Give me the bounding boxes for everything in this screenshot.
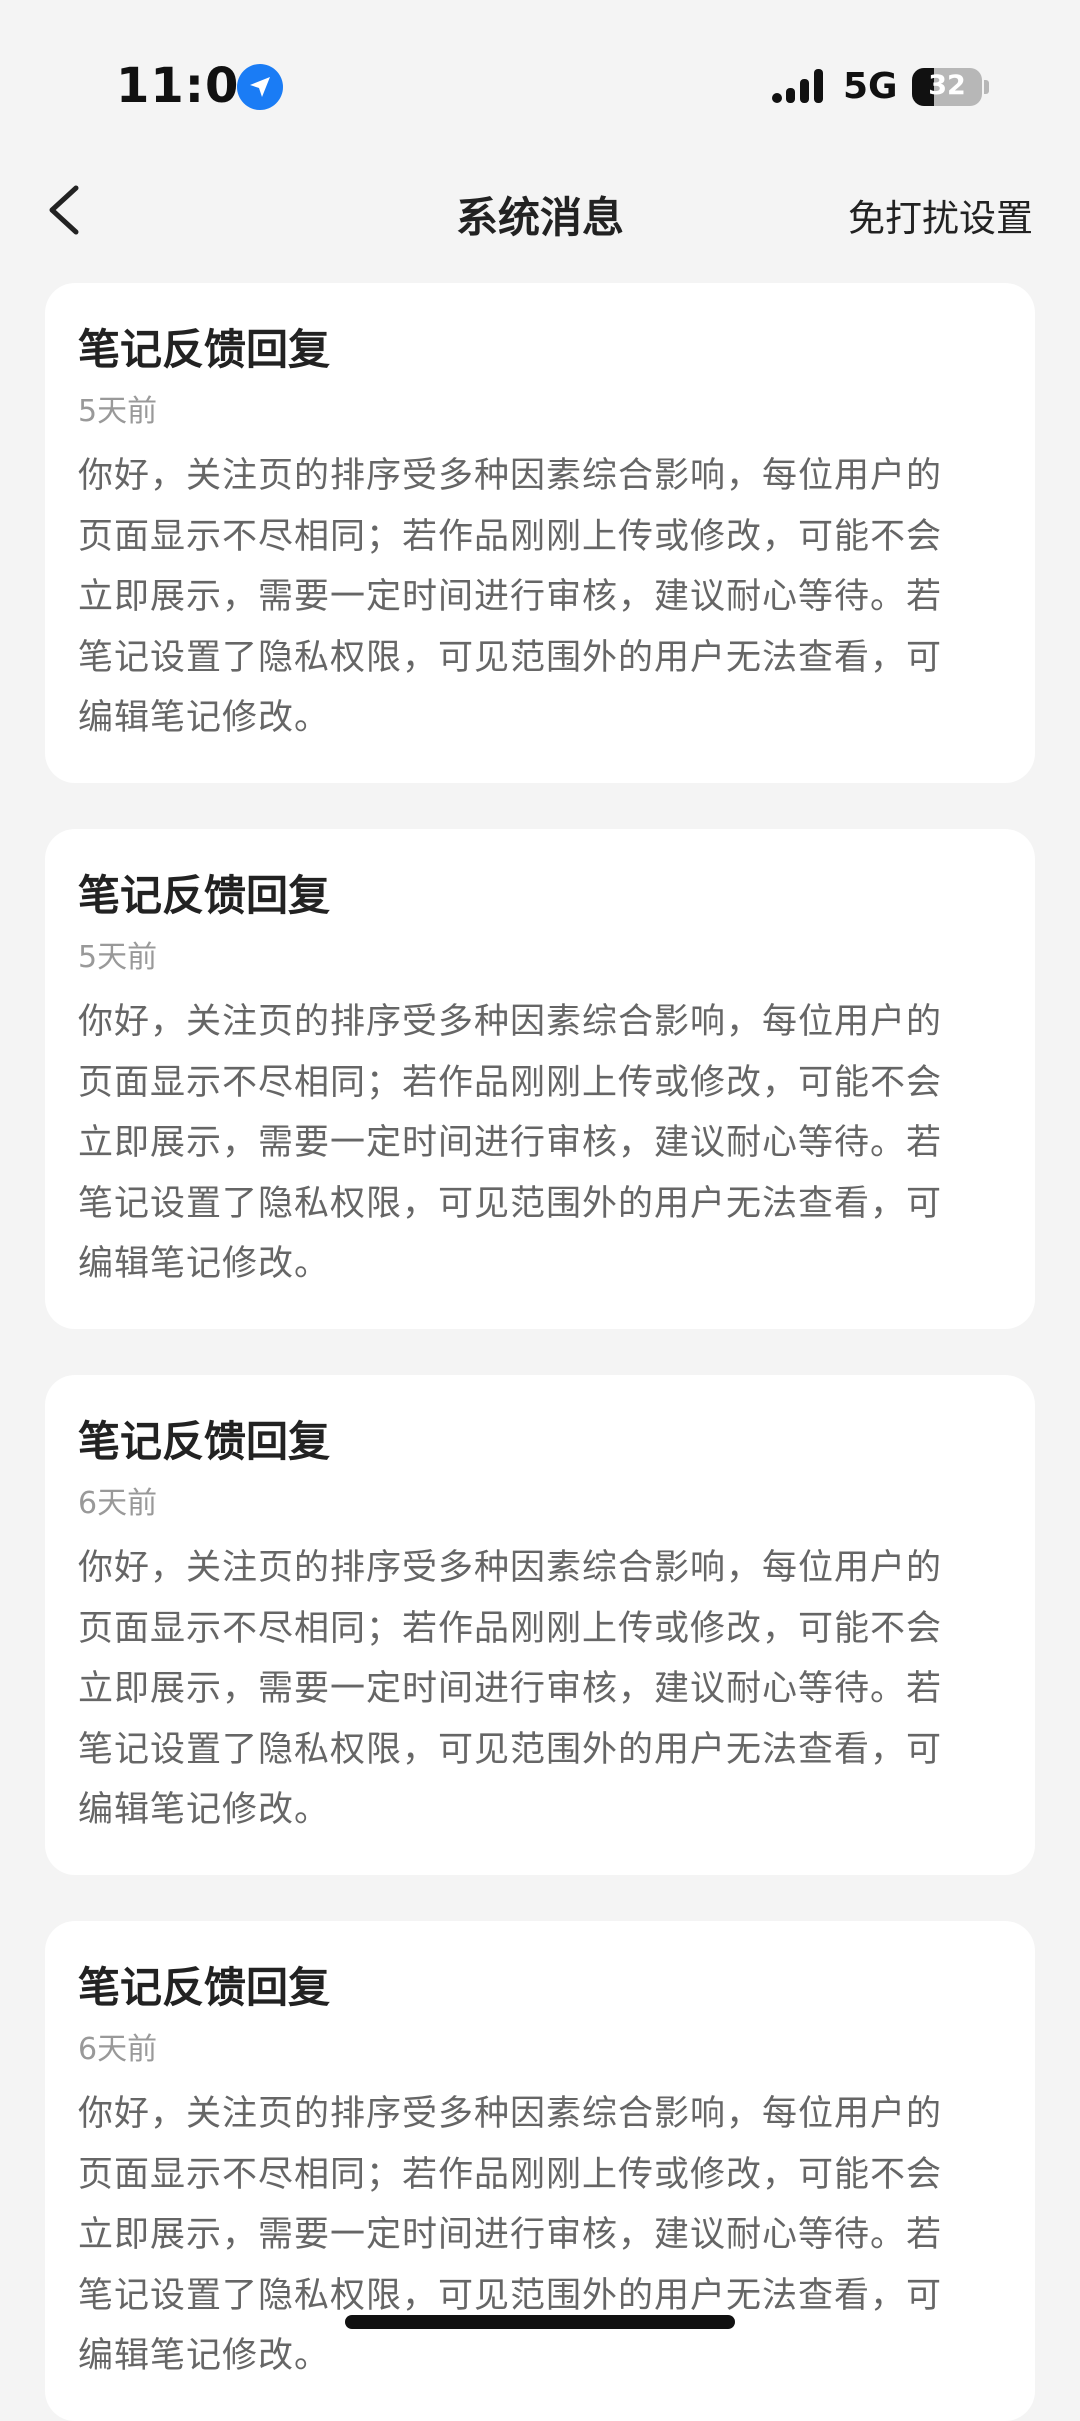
message-body: 你好，关注页的排序受多种因素综合影响，每位用户的 页面显示不尽相同；若作品刚刚上… xyxy=(78,2094,943,2376)
message-time: 6天前 xyxy=(78,1486,158,1521)
location-arrow-icon xyxy=(237,64,283,110)
message-title: 笔记反馈回复 xyxy=(78,1963,331,2012)
message-card[interactable]: 笔记反馈回复 6天前 你好，关注页的排序受多种因素综合影响，每位用户的 页面显示… xyxy=(45,1375,1035,1875)
message-title: 笔记反馈回复 xyxy=(78,325,331,374)
signal-bars-icon xyxy=(772,69,823,103)
message-body: 你好，关注页的排序受多种因素综合影响，每位用户的 页面显示不尽相同；若作品刚刚上… xyxy=(78,1002,943,1284)
network-label: 5G xyxy=(843,66,898,107)
message-time: 5天前 xyxy=(78,394,158,429)
message-time: 6天前 xyxy=(78,2032,158,2067)
message-card[interactable]: 笔记反馈回复 6天前 你好，关注页的排序受多种因素综合影响，每位用户的 页面显示… xyxy=(45,1921,1035,2421)
battery-level: 32 xyxy=(928,70,966,101)
message-body: 你好，关注页的排序受多种因素综合影响，每位用户的 页面显示不尽相同；若作品刚刚上… xyxy=(78,1548,943,1830)
message-time: 5天前 xyxy=(78,940,158,975)
status-bar: 11:06 5G 32 xyxy=(0,0,1080,150)
do-not-disturb-settings-button[interactable]: 免打扰设置 xyxy=(848,188,1033,242)
nav-bar: 系统消息 免打扰设置 xyxy=(0,160,1080,260)
battery-tip xyxy=(984,80,989,94)
home-indicator[interactable] xyxy=(345,2315,735,2329)
battery-icon: 32 xyxy=(912,68,982,106)
message-title: 笔记反馈回复 xyxy=(78,1417,331,1466)
message-body: 你好，关注页的排序受多种因素综合影响，每位用户的 页面显示不尽相同；若作品刚刚上… xyxy=(78,456,943,738)
message-card[interactable]: 笔记反馈回复 5天前 你好，关注页的排序受多种因素综合影响，每位用户的 页面显示… xyxy=(45,829,1035,1329)
message-title: 笔记反馈回复 xyxy=(78,871,331,920)
message-card[interactable]: 笔记反馈回复 5天前 你好，关注页的排序受多种因素综合影响，每位用户的 页面显示… xyxy=(45,283,1035,783)
